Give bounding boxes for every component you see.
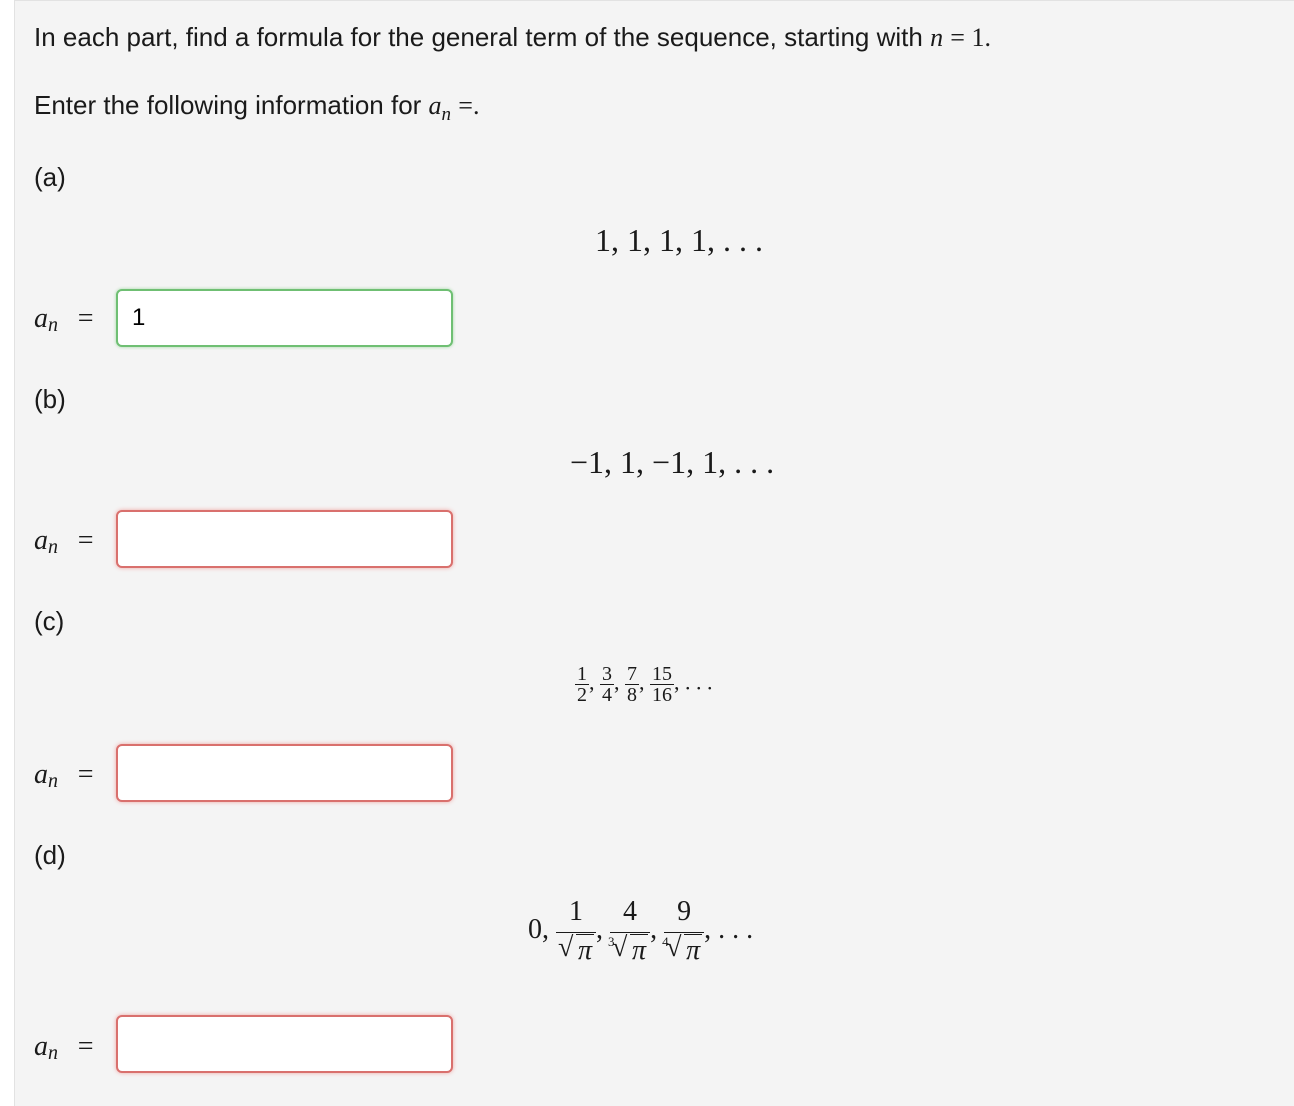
an-a: a	[34, 303, 48, 334]
part-c-sequence: 12, 34, 78, 15 16, . . .	[575, 663, 713, 706]
math-eq-2: =.	[458, 91, 480, 120]
an-eq: =	[77, 759, 94, 790]
cube-root-icon: 3 √ π	[608, 932, 649, 966]
fraction-term: 34	[600, 663, 614, 706]
fraction-term: 12	[575, 663, 589, 706]
part-b-sequence: −1, 1, −1, 1, . . .	[570, 444, 775, 480]
part-a-sequence: 1, 1, 1, 1, . . .	[595, 222, 763, 258]
fraction-term: 78	[625, 663, 639, 706]
math-n: n	[930, 23, 944, 52]
part-b-label: (b)	[34, 384, 66, 414]
radical-fraction-term: 4 3 √ π	[608, 898, 651, 966]
part-d-answer-input[interactable]	[116, 1015, 453, 1073]
instruction-text-2: Enter the following information for	[34, 90, 429, 120]
sequence-lead: 0,	[528, 913, 549, 945]
radical-fraction-term: 1 √ π	[556, 898, 597, 966]
math-sub-n: n	[441, 104, 452, 126]
fraction-term: 15 16	[650, 663, 674, 706]
instruction-text: In each part, find a formula for the gen…	[34, 22, 931, 52]
an-a: a	[34, 525, 48, 556]
fourth-root-icon: 4 √ π	[662, 932, 703, 966]
part-d-sequence: 0, 1 √ π , 4 3 √ π , 9 4 √ π , . . .	[528, 896, 754, 966]
math-eq: = 1.	[950, 23, 991, 52]
an-eq: =	[77, 303, 94, 334]
an-a: a	[34, 1031, 48, 1062]
sqrt-icon: √ π	[558, 932, 595, 966]
an-sub: n	[48, 770, 58, 792]
part-d-label: (d)	[34, 840, 66, 870]
an-a: a	[34, 759, 48, 790]
an-sub: n	[48, 314, 58, 336]
instruction-line-1: In each part, find a formula for the gen…	[34, 22, 991, 53]
part-c-label: (c)	[34, 606, 65, 636]
sequence-tail: , . . .	[674, 669, 713, 695]
part-b-answer-input[interactable]	[116, 510, 453, 568]
an-sub: n	[48, 1042, 58, 1064]
part-d-answer-label: an =	[34, 1030, 94, 1065]
part-a-answer-input[interactable]	[116, 289, 453, 347]
math-a: a	[428, 91, 442, 120]
radical-fraction-term: 9 4 √ π	[662, 898, 705, 966]
part-a-answer-label: an =	[34, 302, 94, 337]
an-eq: =	[77, 525, 94, 556]
an-sub: n	[48, 536, 58, 558]
part-c-answer-input[interactable]	[116, 744, 453, 802]
instruction-line-2: Enter the following information for an =…	[34, 90, 479, 126]
an-eq: =	[77, 1031, 94, 1062]
part-c-answer-label: an =	[34, 758, 94, 793]
part-b-answer-label: an =	[34, 524, 94, 559]
sequence-tail: , . . .	[704, 913, 754, 945]
part-a-label: (a)	[34, 162, 66, 192]
